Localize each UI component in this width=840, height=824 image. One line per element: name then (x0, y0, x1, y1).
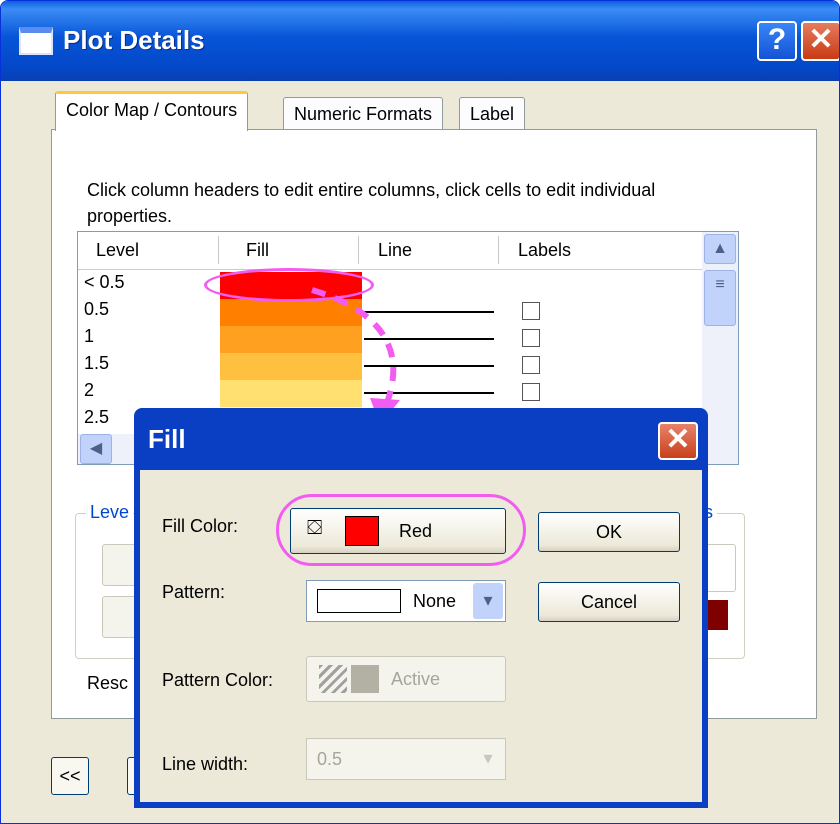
pattern-color-value: Active (391, 669, 441, 689)
pattern-color-label: Pattern Color: (162, 670, 274, 690)
fill-dialog-title: Fill (148, 424, 186, 454)
header-separator (498, 236, 499, 264)
label-checkbox[interactable] (522, 356, 540, 374)
header-separator (358, 236, 359, 264)
fill-dialog-body: Fill Color: ⛋ Red OK Pattern: None ▾ Can… (140, 470, 702, 802)
pattern-value: None (413, 591, 457, 611)
label-checkbox[interactable] (522, 302, 540, 320)
close-button[interactable]: ✕ (801, 21, 839, 61)
cancel-button[interactable]: Cancel (538, 582, 680, 622)
chevron-down-icon[interactable]: ▾ (473, 583, 503, 619)
tab-numeric-formats[interactable]: Numeric Formats (283, 97, 444, 131)
header-fill[interactable]: Fill (246, 240, 269, 261)
previous-button[interactable]: << (51, 757, 89, 795)
pattern-preview (317, 589, 401, 613)
pattern-label: Pattern: (162, 582, 226, 602)
fill-color-highlight (276, 494, 526, 566)
color-swatch[interactable] (708, 600, 728, 630)
level-cell[interactable]: < 0.5 (84, 272, 125, 293)
label-checkbox[interactable] (522, 383, 540, 401)
tab-label[interactable]: Label (459, 97, 526, 131)
line-width-value: 0.5 (317, 749, 343, 769)
title-bar[interactable]: Plot Details ? ✕ (1, 1, 839, 81)
tab-color-map-contours[interactable]: Color Map / Contours (55, 91, 249, 131)
level-cell[interactable]: 2.5 (84, 407, 109, 428)
right-group-field[interactable] (706, 544, 736, 592)
ok-button[interactable]: OK (538, 512, 680, 552)
level-cell[interactable]: 1 (84, 326, 94, 347)
pattern-select[interactable]: None ▾ (306, 580, 506, 622)
pattern-color-swatch (351, 665, 379, 693)
levels-group-label: Leve (86, 502, 134, 523)
fill-dialog: Fill ✕ Fill Color: ⛋ Red OK Pattern: Non… (134, 408, 708, 808)
header-separator (218, 236, 219, 264)
scroll-up-icon[interactable]: ▲ (704, 234, 736, 264)
table-header: Level Fill Line Labels (78, 232, 702, 270)
rescale-label: Resc (87, 673, 129, 693)
header-line[interactable]: Line (378, 240, 412, 261)
scroll-left-icon[interactable]: ◀ (80, 434, 112, 464)
level-cell[interactable]: 2 (84, 380, 94, 401)
header-labels[interactable]: Labels (518, 240, 571, 261)
window-title: Plot Details (63, 25, 205, 55)
hatch-pattern-icon (319, 665, 347, 693)
chevron-down-icon[interactable]: ▾ (473, 741, 503, 777)
fill-dialog-close-button[interactable]: ✕ (658, 422, 698, 460)
fill-color-label: Fill Color: (162, 516, 239, 536)
line-width-select[interactable]: 0.5 ▾ (306, 738, 506, 780)
scroll-thumb[interactable]: ≡ (704, 270, 736, 326)
window-icon (19, 27, 53, 55)
help-button[interactable]: ? (757, 21, 797, 61)
level-cell[interactable]: 0.5 (84, 299, 109, 320)
header-level[interactable]: Level (96, 240, 139, 261)
instructions-text: Click column headers to edit entire colu… (87, 180, 656, 226)
label-checkbox[interactable] (522, 329, 540, 347)
pattern-color-button[interactable]: Active (306, 656, 506, 702)
level-cell[interactable]: 1.5 (84, 353, 109, 374)
line-width-label: Line width: (162, 754, 249, 774)
